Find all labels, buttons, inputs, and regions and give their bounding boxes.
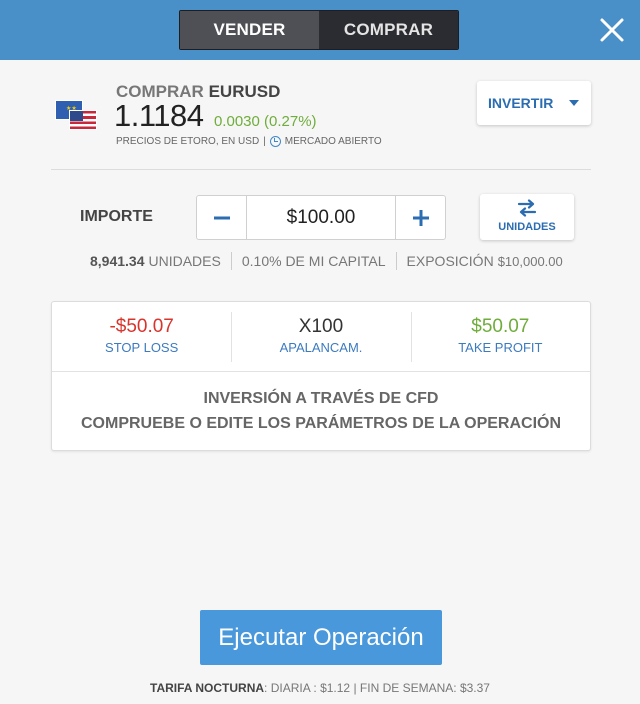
close-icon[interactable] <box>596 14 628 46</box>
take-profit-label: TAKE PROFIT <box>458 340 543 355</box>
units-toggle-label: UNIDADES <box>498 221 556 233</box>
stats-divider <box>395 252 397 270</box>
units-toggle-button[interactable]: UNIDADES <box>480 194 574 240</box>
units-value: 8,941.34 <box>90 253 145 269</box>
trade-settings-panel: -$50.07 STOP LOSS X100 APALANCAM. $50.07… <box>51 301 591 451</box>
asset-price: 1.1184 <box>114 98 204 133</box>
amount-label: IMPORTE <box>80 208 153 225</box>
invert-button[interactable]: INVERTIR <box>477 81 591 125</box>
prices-note: PRECIOS DE ETORO, EN USD <box>116 136 260 147</box>
weekend-fee-value: $3.37 <box>459 681 490 695</box>
note-separator: | <box>263 136 266 147</box>
daily-fee-label: DIARIA : <box>270 681 317 695</box>
market-status: MERCADO ABIERTO <box>284 136 382 147</box>
leverage-label: APALANCAM. <box>279 340 363 355</box>
capital-percentage: 0.10% DE MI CAPITAL <box>241 253 386 269</box>
header-bar: VENDER COMPRAR <box>0 0 640 60</box>
stop-loss-value: -$50.07 <box>109 316 174 337</box>
leverage-value: X100 <box>298 316 344 337</box>
cfd-notice-subtitle: COMPRUEBE O EDITE LOS PARÁMETROS DE LA O… <box>80 415 562 432</box>
daily-fee-value: $1.12 <box>320 681 351 695</box>
overnight-fee-label: TARIFA NOCTURNA <box>150 681 265 695</box>
amount-stepper[interactable]: $100.00 <box>196 195 446 240</box>
cfd-notice: INVERSIÓN A TRAVÉS DE CFD COMPRUEBE O ED… <box>52 386 590 436</box>
stats-divider <box>230 252 232 270</box>
fee-separator: | <box>353 681 357 695</box>
sell-tab[interactable]: VENDER <box>180 11 319 49</box>
position-stats: 8,941.34 UNIDADES 0.10% DE MI CAPITAL EX… <box>90 252 563 270</box>
take-profit-cell[interactable]: $50.07 TAKE PROFIT <box>410 302 590 371</box>
exposure-label: EXPOSICIÓN <box>406 253 494 269</box>
sell-buy-toggle[interactable]: VENDER COMPRAR <box>179 10 459 50</box>
units-label: UNIDADES <box>148 253 221 269</box>
price-change: 0.0030 (0.27%) <box>213 113 317 130</box>
decrease-amount-button[interactable] <box>197 196 247 239</box>
increase-amount-button[interactable] <box>395 196 445 239</box>
plus-icon <box>412 209 429 226</box>
amount-input[interactable]: $100.00 <box>247 196 395 239</box>
take-profit-value: $50.07 <box>471 316 530 337</box>
clock-icon <box>269 136 281 147</box>
stop-loss-label: STOP LOSS <box>105 340 179 355</box>
exposure-value: $10,000.00 <box>497 253 563 269</box>
leverage-cell[interactable]: X100 APALANCAM. <box>231 302 410 371</box>
execute-trade-button[interactable]: Ejecutar Operación <box>200 610 442 665</box>
price-note-row: PRECIOS DE ETORO, EN USD | MERCADO ABIER… <box>116 136 382 147</box>
overnight-fees: TARIFA NOCTURNA: DIARIA : $1.12 | FIN DE… <box>150 681 490 695</box>
us-flag-icon <box>69 110 97 130</box>
price-row: 1.1184 0.0030 (0.27%) <box>114 98 317 134</box>
risk-settings-row: -$50.07 STOP LOSS X100 APALANCAM. $50.07… <box>52 302 590 372</box>
swap-arrows-icon <box>517 199 537 217</box>
stop-loss-cell[interactable]: -$50.07 STOP LOSS <box>52 302 231 371</box>
cfd-notice-title: INVERSIÓN A TRAVÉS DE CFD <box>203 390 439 407</box>
weekend-fee-label: FIN DE SEMANA: <box>359 681 457 695</box>
divider <box>51 169 591 170</box>
chevron-down-icon <box>569 100 579 106</box>
invert-button-label: INVERTIR <box>488 95 554 111</box>
minus-icon <box>213 216 230 219</box>
eu-us-flag-icon: ★★ <box>55 100 99 132</box>
buy-tab[interactable]: COMPRAR <box>319 11 458 49</box>
